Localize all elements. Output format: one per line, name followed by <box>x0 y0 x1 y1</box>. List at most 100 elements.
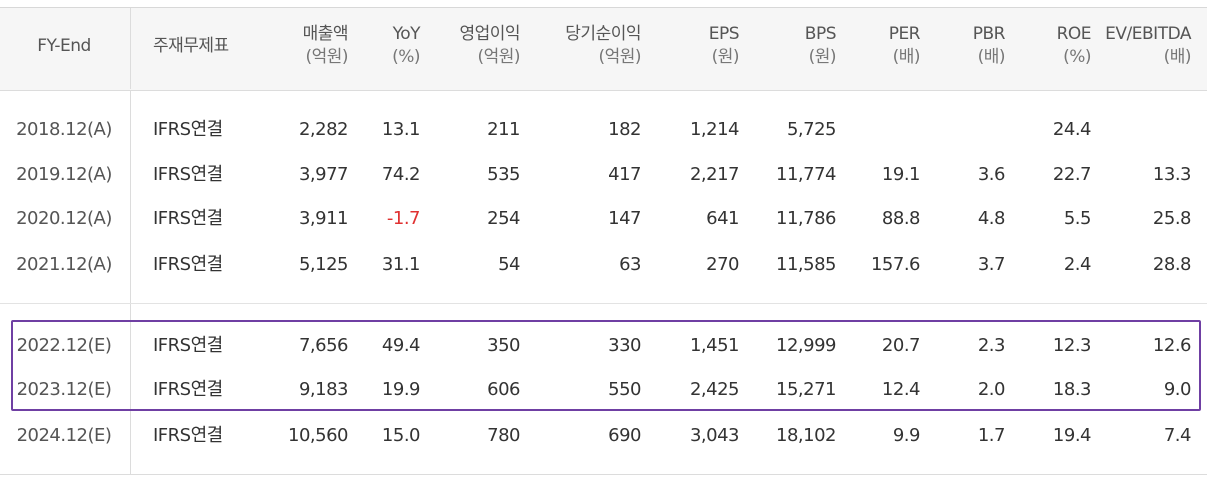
header-pbr-label: PBR <box>972 24 1006 44</box>
cell-fy: 2023.12(E) <box>16 379 112 400</box>
cell-eps: 2,425 <box>689 379 740 400</box>
cell-op: 535 <box>487 164 520 185</box>
cell-pbr: 3.7 <box>977 254 1006 275</box>
cell-yoy: 49.4 <box>381 335 421 356</box>
cell-fy: 2020.12(A) <box>16 208 112 229</box>
cell-roe: 5.5 <box>1063 208 1092 229</box>
cell-eps: 1,451 <box>689 335 740 356</box>
header-fy: FY-End <box>0 35 128 58</box>
header-roe-unit: (%) <box>1063 47 1091 67</box>
cell-roe: 2.4 <box>1063 254 1092 275</box>
cell-op: 780 <box>487 425 520 446</box>
cell-eps: 641 <box>706 208 739 229</box>
header-per-label: PER <box>888 24 921 44</box>
header-op: 영업이익 (억원) <box>430 23 520 69</box>
cell-ev: 12.6 <box>1152 335 1192 356</box>
header-yoy: YoY (%) <box>350 23 420 69</box>
header-ev-unit: (배) <box>1163 47 1192 67</box>
cell-yoy: -1.7 <box>386 208 421 229</box>
cell-roe: 18.3 <box>1052 379 1092 400</box>
cell-roe: 12.3 <box>1052 335 1092 356</box>
cell-bps: 11,774 <box>776 164 836 185</box>
cell-sales: 9,183 <box>298 379 349 400</box>
header-fy-label: FY-End <box>37 36 91 56</box>
cell-sales: 3,911 <box>298 208 349 229</box>
cell-per: 9.9 <box>892 425 921 446</box>
cell-yoy: 31.1 <box>381 254 421 275</box>
cell-fy: 2019.12(A) <box>16 164 112 185</box>
cell-ev: 7.4 <box>1163 425 1192 446</box>
cell-pbr: 2.0 <box>977 379 1006 400</box>
cell-roe: 22.7 <box>1052 164 1092 185</box>
cell-pbr: 1.7 <box>977 425 1006 446</box>
cell-bps: 12,999 <box>776 335 836 356</box>
cell-roe: 24.4 <box>1052 119 1092 140</box>
cell-sales: 5,125 <box>298 254 349 275</box>
cell-op: 54 <box>498 254 520 275</box>
cell-bps: 5,725 <box>786 119 837 140</box>
cell-yoy: 13.1 <box>381 119 421 140</box>
header-sales-unit: (억원) <box>305 47 348 67</box>
cell-per: 20.7 <box>881 335 921 356</box>
header-eps: EPS (원) <box>650 23 740 69</box>
header-per: PER (배) <box>840 23 921 69</box>
header-sales: 매출액 (억원) <box>240 23 349 69</box>
cell-yoy: 15.0 <box>381 425 421 446</box>
header-yoy-unit: (%) <box>392 47 420 67</box>
header-eps-unit: (원) <box>711 47 740 67</box>
row-separator <box>0 303 1207 304</box>
cell-net: 417 <box>608 164 641 185</box>
cell-net: 147 <box>608 208 641 229</box>
cell-sales: 3,977 <box>298 164 349 185</box>
cell-per: 12.4 <box>881 379 921 400</box>
header-op-label: 영업이익 <box>459 24 520 44</box>
cell-pbr: 3.6 <box>977 164 1006 185</box>
cell-roe: 19.4 <box>1052 425 1092 446</box>
cell-eps: 270 <box>706 254 739 275</box>
header-bps-label: BPS <box>804 24 837 44</box>
table-bottom-border <box>0 474 1207 475</box>
cell-fy: 2024.12(E) <box>16 425 112 446</box>
header-ev: EV/EBITDA (배) <box>1095 23 1191 69</box>
cell-net: 330 <box>608 335 641 356</box>
cell-net: 690 <box>608 425 641 446</box>
header-net: 당기순이익 (억원) <box>530 23 641 69</box>
header-pbr: PBR (배) <box>930 23 1006 69</box>
cell-net: 182 <box>608 119 641 140</box>
header-yoy-label: YoY <box>392 24 421 44</box>
cell-sales: 7,656 <box>298 335 349 356</box>
cell-eps: 2,217 <box>689 164 740 185</box>
cell-pbr: 2.3 <box>977 335 1006 356</box>
cell-fy: 2022.12(E) <box>16 335 112 356</box>
header-per-unit: (배) <box>892 47 921 67</box>
cell-net: 63 <box>619 254 641 275</box>
cell-ev: 9.0 <box>1163 379 1192 400</box>
cell-bps: 15,271 <box>776 379 836 400</box>
cell-yoy: 19.9 <box>381 379 421 400</box>
header-roe-label: ROE <box>1056 24 1092 44</box>
cell-per: 157.6 <box>870 254 921 275</box>
cell-net: 550 <box>608 379 641 400</box>
cell-fy: 2021.12(A) <box>16 254 112 275</box>
header-bps-unit: (원) <box>808 47 837 67</box>
cell-bps: 11,786 <box>776 208 836 229</box>
column-divider <box>130 90 131 474</box>
cell-eps: 3,043 <box>689 425 740 446</box>
header-roe: ROE (%) <box>1010 23 1092 69</box>
cell-op: 211 <box>487 119 520 140</box>
cell-fy: 2018.12(A) <box>16 119 112 140</box>
cell-per: 19.1 <box>881 164 921 185</box>
cell-sales: 10,560 <box>288 425 348 446</box>
cell-pbr: 4.8 <box>977 208 1006 229</box>
header-pbr-unit: (배) <box>977 47 1006 67</box>
cell-sales: 2,282 <box>298 119 349 140</box>
cell-eps: 1,214 <box>689 119 740 140</box>
header-op-unit: (억원) <box>477 47 520 67</box>
header-net-unit: (억원) <box>598 47 641 67</box>
cell-bps: 18,102 <box>776 425 836 446</box>
cell-op: 254 <box>487 208 520 229</box>
header-eps-label: EPS <box>708 24 740 44</box>
cell-bps: 11,585 <box>776 254 836 275</box>
cell-per: 88.8 <box>881 208 921 229</box>
cell-ev: 28.8 <box>1152 254 1192 275</box>
